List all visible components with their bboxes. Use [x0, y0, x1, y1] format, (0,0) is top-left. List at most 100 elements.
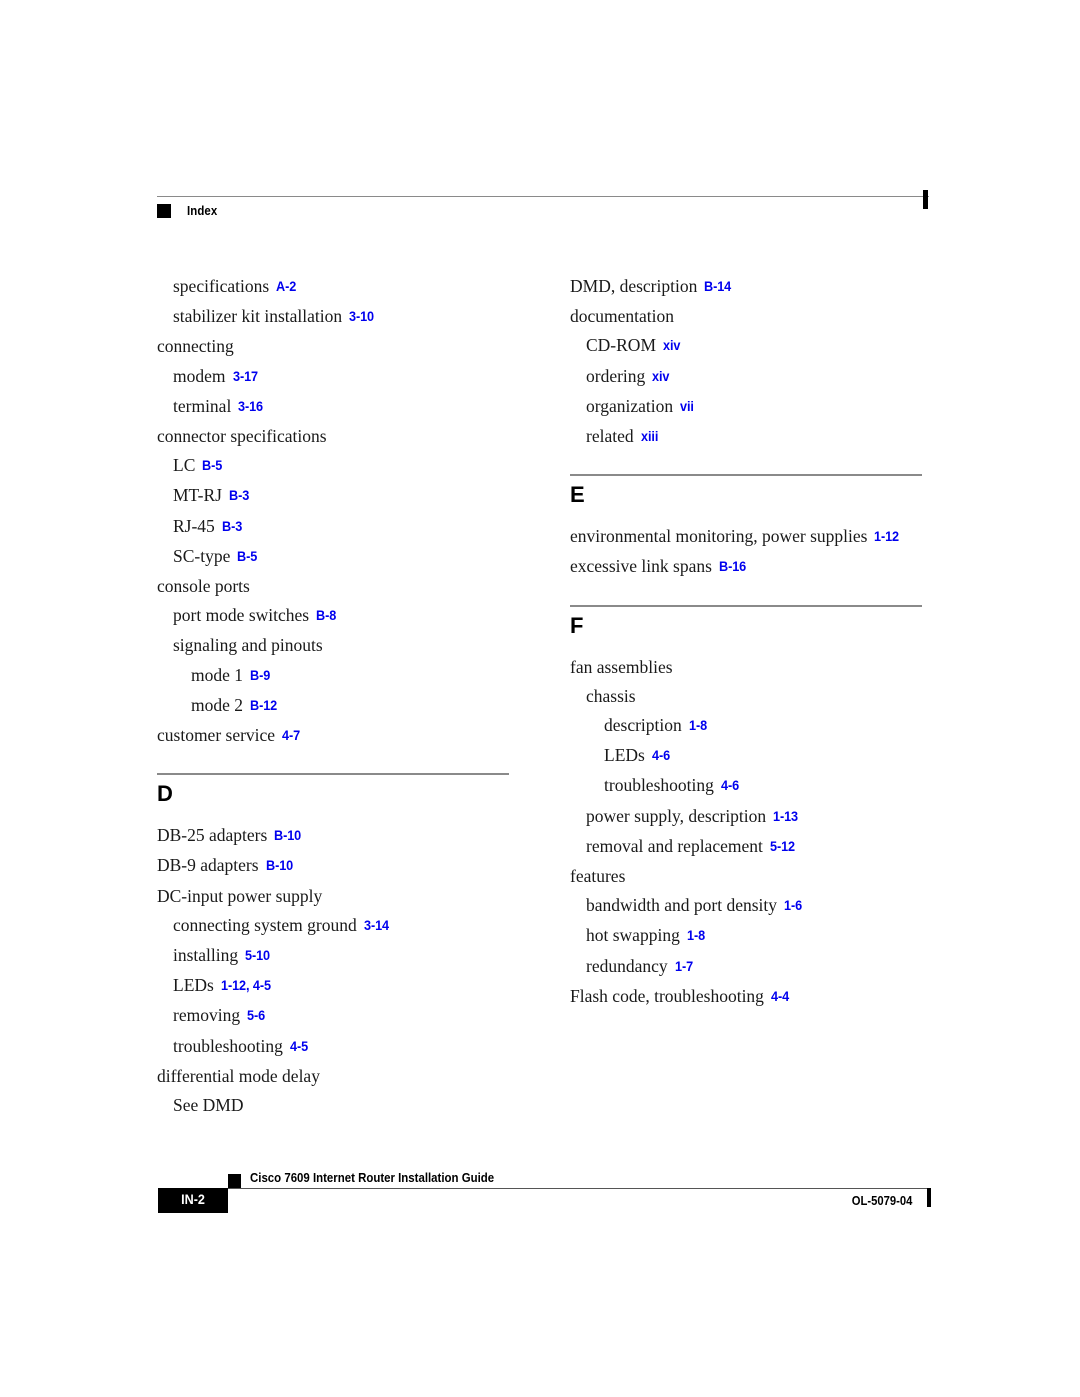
index-page: Index specifications A-2 stabilizer kit in…: [0, 0, 1080, 1397]
index-entry-term: Flash code, troubleshooting: [570, 985, 764, 1006]
index-page-reference[interactable]: B-10: [274, 821, 301, 850]
index-page-reference[interactable]: 1-12: [874, 522, 899, 551]
index-entry: ordering xiv: [570, 362, 922, 392]
index-page-reference[interactable]: vii: [680, 392, 694, 421]
group-letter-heading: D: [157, 781, 173, 807]
index-entry-term: DMD, description: [570, 276, 698, 296]
index-page-reference[interactable]: B-3: [222, 512, 242, 541]
index-entry: mode 2 B-12: [157, 691, 509, 721]
index-page-reference[interactable]: xiii: [641, 422, 658, 451]
index-entry-term: installing: [173, 945, 239, 966]
index-page-reference[interactable]: 5-12: [770, 832, 795, 861]
index-entry: Flash code, troubleshooting 4-4: [570, 982, 922, 1012]
index-entry: power supply, description 1-13: [570, 802, 922, 832]
index-page-reference[interactable]: 3-16: [238, 392, 263, 421]
group-divider-rule: [570, 474, 922, 477]
index-entry: modem 3-17: [157, 362, 509, 392]
index-page-reference[interactable]: 1-12, 4-5: [221, 971, 271, 1000]
index-page-reference[interactable]: B-5: [202, 451, 222, 480]
index-page-reference[interactable]: B-10: [266, 851, 293, 880]
index-entry-term: See DMD: [173, 1095, 244, 1116]
index-entry-term: documentation: [570, 306, 675, 327]
index-entry: documentation: [570, 302, 922, 331]
index-entry-term: description: [604, 715, 682, 736]
index-entry: stabilizer kit installation 3-10: [157, 302, 509, 332]
header-bullet-square-icon: [157, 204, 171, 218]
index-page-reference[interactable]: 4-4: [771, 982, 789, 1011]
page-title: Index: [187, 203, 218, 218]
index-page-reference[interactable]: 1-8: [689, 711, 707, 740]
index-page-reference[interactable]: 1-13: [773, 802, 798, 831]
index-entry-term: mode 1: [191, 664, 244, 685]
index-page-reference[interactable]: 5-10: [245, 941, 270, 970]
index-page-reference[interactable]: B-3: [229, 481, 249, 510]
index-entry: differential mode delay: [157, 1062, 509, 1091]
index-page-reference[interactable]: B-5: [237, 542, 257, 571]
index-entry-term: stabilizer kit installation: [173, 306, 343, 327]
index-entry: CD-ROM xiv: [570, 331, 922, 361]
index-entry: terminal 3-16: [157, 392, 509, 422]
index-entry-term: troubleshooting: [173, 1035, 283, 1056]
index-entry-term: DB-9 adapters: [157, 855, 259, 876]
index-page-reference[interactable]: B-9: [250, 661, 270, 690]
index-page-reference[interactable]: 4-7: [282, 721, 300, 750]
index-page-reference[interactable]: B-14: [704, 272, 731, 301]
group-letter-heading: E: [570, 482, 585, 508]
index-page-reference[interactable]: 3-10: [349, 302, 374, 331]
index-entry-term: removal and replacement: [586, 835, 763, 856]
index-entry: customer service 4-7: [157, 721, 509, 751]
index-entry: features: [570, 862, 922, 891]
group-divider-rule: [570, 604, 922, 607]
index-page-reference[interactable]: 4-6: [721, 771, 739, 800]
index-column-right: DMD, description B-14 documentation CD-ROM x…: [570, 272, 922, 1012]
group-letter-heading: F: [570, 612, 584, 638]
index-entry: LEDs 1-12, 4-5: [157, 971, 509, 1001]
index-entry-term: organization: [586, 395, 674, 416]
index-entry-term: terminal: [173, 395, 232, 416]
index-page-reference[interactable]: B-12: [250, 691, 277, 720]
index-page-reference[interactable]: 1-7: [675, 952, 693, 981]
index-page-reference[interactable]: xiv: [663, 331, 680, 360]
index-page-reference[interactable]: 4-6: [652, 741, 670, 770]
index-letter-group: E: [570, 474, 922, 508]
index-entry-term: mode 2: [191, 694, 244, 715]
index-entry-term: MT-RJ: [173, 485, 222, 506]
index-page-reference[interactable]: 4-5: [290, 1032, 308, 1061]
index-entry: environmental monitoring, power supplies…: [570, 522, 922, 552]
index-page-reference[interactable]: B-16: [719, 552, 746, 581]
index-page-reference[interactable]: 1-8: [687, 921, 705, 950]
group-divider-rule: [157, 773, 509, 776]
index-page-reference[interactable]: 3-14: [364, 911, 389, 940]
index-page-reference[interactable]: 3-17: [233, 362, 258, 391]
index-entry-term: LEDs: [173, 975, 214, 996]
index-page-reference[interactable]: B-8: [316, 601, 336, 630]
index-entry-term: LEDs: [604, 745, 645, 766]
index-entry-term: chassis: [586, 685, 636, 706]
index-entry-term: connector specifications: [157, 426, 327, 447]
index-page-reference[interactable]: A-2: [276, 272, 296, 301]
index-entry: SC-type B-5: [157, 542, 509, 572]
index-entry: specifications A-2: [157, 272, 509, 302]
document-id: OL-5079-04: [851, 1194, 912, 1208]
index-entry: LEDs 4-6: [570, 741, 922, 771]
index-page-reference[interactable]: 5-6: [247, 1001, 265, 1030]
document-title: Cisco 7609 Internet Router Installation …: [250, 1170, 495, 1185]
index-entry: MT-RJ B-3: [157, 481, 509, 511]
index-entry: mode 1 B-9: [157, 661, 509, 691]
index-entry: port mode switches B-8: [157, 601, 509, 631]
index-page-reference[interactable]: 1-6: [784, 891, 802, 920]
index-entry: DC-input power supply: [157, 882, 509, 911]
index-entry: related xiii: [570, 422, 922, 452]
index-entry: excessive link spans B-16: [570, 552, 922, 582]
index-letter-group: F: [570, 604, 922, 639]
footer-rule: [228, 1188, 929, 1189]
index-entry: fan assemblies: [570, 653, 922, 682]
index-entry-term: connecting system ground: [173, 914, 357, 935]
running-header: Index: [157, 190, 929, 226]
index-entry-term: features: [570, 866, 626, 887]
index-page-reference[interactable]: xiv: [652, 362, 669, 391]
header-rule: [157, 196, 929, 197]
index-entry: DB-25 adapters B-10: [157, 821, 509, 851]
index-entry-term: excessive link spans: [570, 556, 712, 577]
footer-bullet-square-icon: [228, 1174, 241, 1188]
